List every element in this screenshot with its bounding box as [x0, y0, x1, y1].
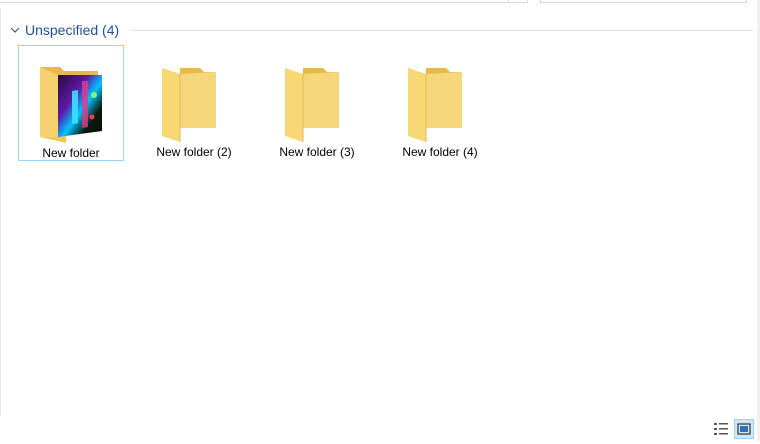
large-icons-view-button[interactable] — [734, 419, 754, 439]
file-list-pane[interactable]: Unspecified (4) New folder New folder (2… — [0, 8, 757, 416]
address-bar-button[interactable] — [508, 0, 528, 3]
details-view-button[interactable] — [711, 419, 731, 439]
search-input[interactable] — [540, 0, 747, 3]
large-icons-view-icon — [737, 423, 751, 435]
chevron-down-icon[interactable] — [9, 24, 21, 36]
group-header-unspecified[interactable]: Unspecified (4) — [9, 22, 119, 38]
folder-item-1[interactable]: New folder — [18, 45, 124, 161]
folder-icon — [408, 68, 462, 142]
folder-label-2: New folder (2) — [156, 145, 232, 159]
folder-icon — [162, 68, 216, 142]
folder-label-4: New folder (4) — [402, 145, 478, 159]
group-title: Unspecified (4) — [25, 22, 120, 38]
details-view-icon — [714, 423, 728, 435]
folder-label-1: New folder — [42, 146, 100, 160]
address-bar[interactable] — [0, 0, 528, 3]
folder-item-4[interactable]: New folder (4) — [387, 45, 493, 161]
folder-item-2[interactable]: New folder (2) — [141, 45, 247, 161]
folder-label-3: New folder (3) — [279, 145, 355, 159]
folder-icon — [40, 67, 102, 143]
folder-icon — [285, 68, 339, 142]
status-bar — [0, 416, 757, 441]
group-divider — [131, 30, 753, 31]
folder-item-3[interactable]: New folder (3) — [264, 45, 370, 161]
